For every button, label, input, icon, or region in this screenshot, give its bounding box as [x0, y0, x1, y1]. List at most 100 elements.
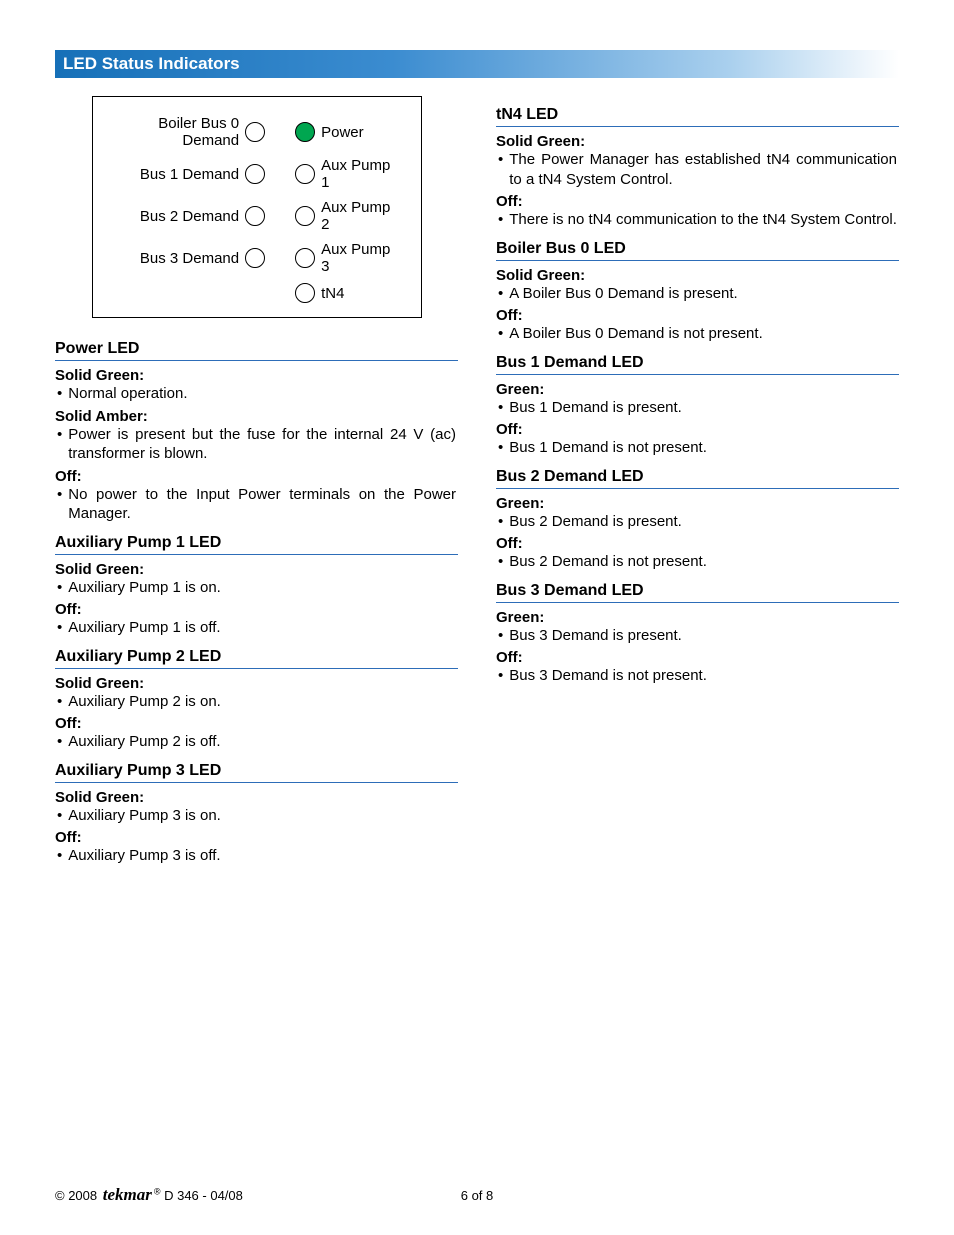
diagram-right-label: Power: [315, 124, 400, 141]
bullet-dot: •: [496, 284, 507, 304]
diagram-right-label: Aux Pump 2: [315, 199, 400, 233]
bullet-item: •Bus 1 Demand is present.: [496, 398, 899, 418]
state-label: Off:: [55, 468, 458, 485]
bullet-dot: •: [496, 324, 507, 344]
bullet-text: No power to the Input Power terminals on…: [66, 485, 458, 524]
bullet-item: •Power is present but the fuse for the i…: [55, 425, 458, 464]
bullet-dot: •: [496, 666, 507, 686]
bullet-item: •No power to the Input Power terminals o…: [55, 485, 458, 524]
state-label: Solid Green:: [496, 133, 899, 150]
bullet-text: The Power Manager has established tN4 co…: [507, 150, 899, 189]
bullet-dot: •: [55, 806, 66, 826]
bullet-item: •A Boiler Bus 0 Demand is not present.: [496, 324, 899, 344]
bullet-dot: •: [55, 578, 66, 598]
diagram-right-label: tN4: [315, 285, 400, 302]
state-label: Solid Green:: [55, 561, 458, 578]
diagram-row: Bus 2 Demand Aux Pump 2: [113, 199, 401, 233]
bullet-text: Power is present but the fuse for the in…: [66, 425, 458, 464]
state-label: Off:: [496, 307, 899, 324]
bullet-text: Auxiliary Pump 3 is on.: [66, 806, 458, 826]
bullet-text: Auxiliary Pump 3 is off.: [66, 846, 458, 866]
state-label: Solid Green:: [55, 367, 458, 384]
state-label: Off:: [55, 601, 458, 618]
diagram-row: Bus 1 DemandAux Pump 1: [113, 157, 401, 191]
led-diagram: Boiler Bus 0 DemandPowerBus 1 DemandAux …: [92, 96, 422, 318]
bullet-text: Auxiliary Pump 2 is off.: [66, 732, 458, 752]
state-label: Solid Green:: [55, 675, 458, 692]
bullet-dot: •: [496, 150, 507, 189]
led-icon: [295, 122, 315, 142]
diagram-left-label: Bus 2 Demand: [113, 208, 246, 225]
bullet-dot: •: [55, 732, 66, 752]
bullet-dot: •: [55, 692, 66, 712]
bullet-dot: •: [55, 485, 66, 524]
bullet-item: •Auxiliary Pump 2 is on.: [55, 692, 458, 712]
bullet-text: Auxiliary Pump 2 is on.: [66, 692, 458, 712]
bullet-item: •The Power Manager has established tN4 c…: [496, 150, 899, 189]
state-label: Off:: [496, 535, 899, 552]
state-label: Green:: [496, 495, 899, 512]
bullet-item: •Bus 2 Demand is present.: [496, 512, 899, 532]
bullet-text: Bus 1 Demand is not present.: [507, 438, 899, 458]
led-icon: [245, 248, 265, 268]
state-label: Solid Green:: [496, 267, 899, 284]
bullet-text: Auxiliary Pump 1 is on.: [66, 578, 458, 598]
bullet-text: A Boiler Bus 0 Demand is present.: [507, 284, 899, 304]
state-label: Solid Green:: [55, 789, 458, 806]
state-label: Off:: [55, 829, 458, 846]
state-label: Green:: [496, 609, 899, 626]
bullet-text: Bus 2 Demand is present.: [507, 512, 899, 532]
state-label: Off:: [496, 421, 899, 438]
bullet-dot: •: [496, 210, 507, 230]
subsection-heading: Auxiliary Pump 3 LED: [55, 762, 458, 783]
bullet-dot: •: [55, 618, 66, 638]
bullet-item: •Auxiliary Pump 2 is off.: [55, 732, 458, 752]
led-icon: [295, 248, 315, 268]
led-icon: [245, 164, 265, 184]
diagram-left-label: Boiler Bus 0 Demand: [113, 115, 246, 149]
bullet-dot: •: [496, 438, 507, 458]
bullet-item: •Bus 3 Demand is present.: [496, 626, 899, 646]
diagram-row: tN4: [113, 283, 401, 303]
led-icon: [295, 164, 315, 184]
left-column: Boiler Bus 0 DemandPowerBus 1 DemandAux …: [55, 96, 458, 868]
led-icon: [245, 206, 265, 226]
bullet-text: Normal operation.: [66, 384, 458, 404]
bullet-item: •Auxiliary Pump 1 is on.: [55, 578, 458, 598]
subsection-heading: Boiler Bus 0 LED: [496, 240, 899, 261]
bullet-text: Bus 3 Demand is not present.: [507, 666, 899, 686]
subsection-heading: Bus 2 Demand LED: [496, 468, 899, 489]
state-label: Green:: [496, 381, 899, 398]
bullet-dot: •: [55, 425, 66, 464]
page-number: 6 of 8: [55, 1188, 899, 1203]
diagram-row: Boiler Bus 0 Demand Power: [113, 115, 401, 149]
bullet-item: •Auxiliary Pump 3 is off.: [55, 846, 458, 866]
subsection-heading: tN4 LED: [496, 106, 899, 127]
state-label: Solid Amber:: [55, 408, 458, 425]
subsection-heading: Auxiliary Pump 2 LED: [55, 648, 458, 669]
subsection-heading: Auxiliary Pump 1 LED: [55, 534, 458, 555]
content-columns: Boiler Bus 0 DemandPowerBus 1 DemandAux …: [55, 96, 899, 868]
section-banner: LED Status Indicators: [55, 50, 899, 78]
subsection-heading: Bus 1 Demand LED: [496, 354, 899, 375]
bullet-item: •Auxiliary Pump 1 is off.: [55, 618, 458, 638]
bullet-item: •Bus 1 Demand is not present.: [496, 438, 899, 458]
bullet-item: •Normal operation.: [55, 384, 458, 404]
right-column: tN4 LEDSolid Green:•The Power Manager ha…: [496, 96, 899, 868]
diagram-left-label: Bus 3 Demand: [113, 250, 246, 267]
bullet-text: Bus 3 Demand is present.: [507, 626, 899, 646]
diagram-row: Bus 3 Demand Aux Pump 3: [113, 241, 401, 275]
led-icon: [245, 122, 265, 142]
bullet-text: A Boiler Bus 0 Demand is not present.: [507, 324, 899, 344]
page-footer: © 2008 tekmar® D 346 - 04/08 6 of 8: [55, 1185, 899, 1205]
bullet-dot: •: [496, 398, 507, 418]
diagram-left-label: Bus 1 Demand: [113, 166, 246, 183]
bullet-item: •Bus 2 Demand is not present.: [496, 552, 899, 572]
led-icon: [295, 206, 315, 226]
bullet-text: Bus 2 Demand is not present.: [507, 552, 899, 572]
bullet-dot: •: [496, 512, 507, 532]
bullet-dot: •: [496, 626, 507, 646]
state-label: Off:: [496, 649, 899, 666]
diagram-right-label: Aux Pump 3: [315, 241, 400, 275]
bullet-dot: •: [55, 384, 66, 404]
